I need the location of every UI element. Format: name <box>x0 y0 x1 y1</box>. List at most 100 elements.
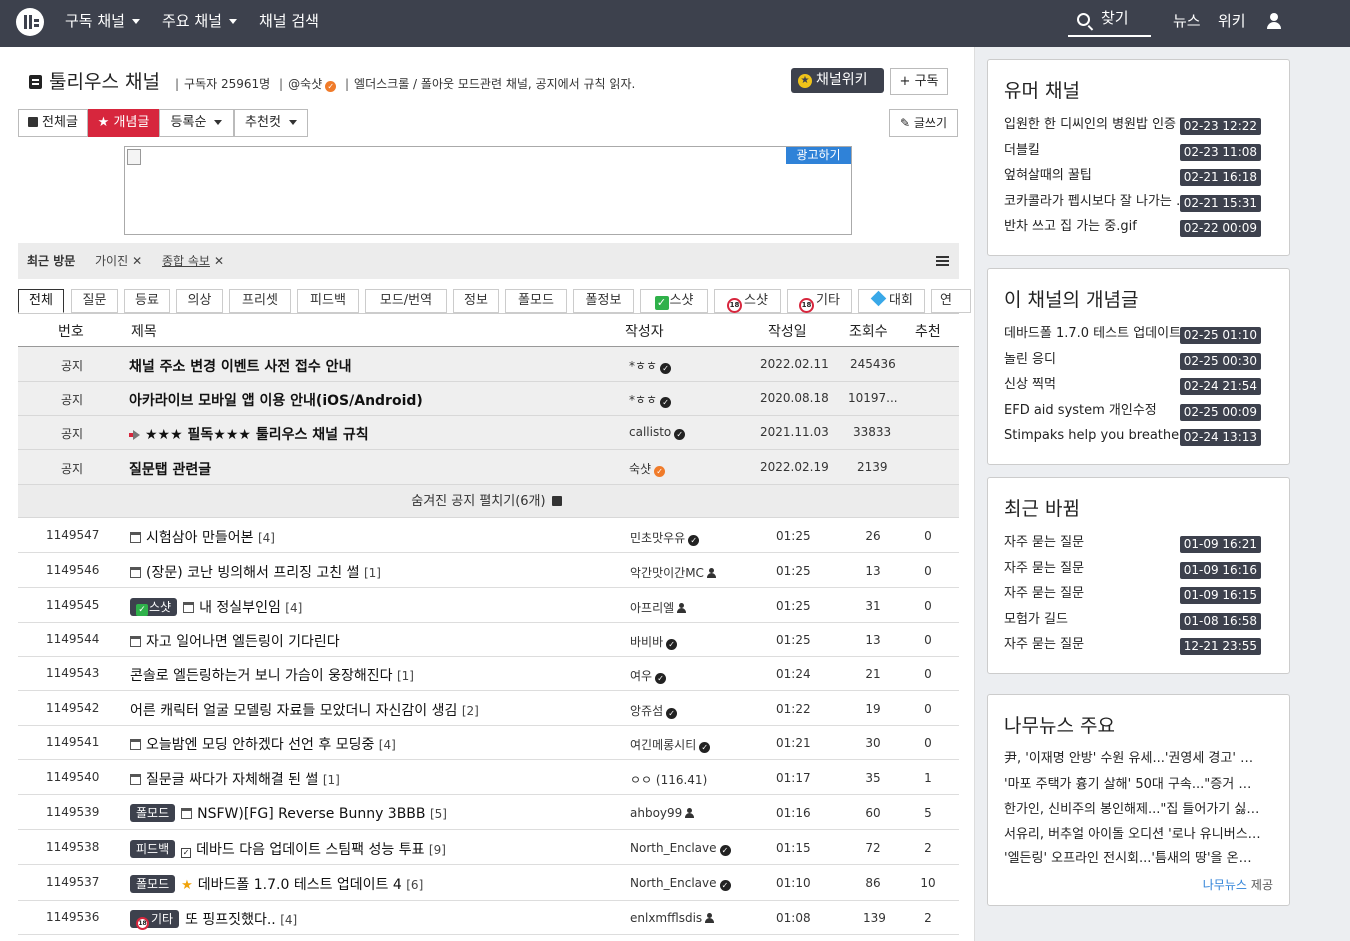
sort-select[interactable]: 등록순 <box>159 109 234 137</box>
row-author[interactable]: 여우 ✓ <box>630 667 667 684</box>
category-tab[interactable]: 질문 <box>71 289 118 313</box>
category-tab[interactable]: 18 기타 <box>787 289 852 313</box>
card-title[interactable]: 최근 바뀜 <box>1004 494 1080 521</box>
card-list-item[interactable]: 신상 찍먹 02-24 21:54 <box>1004 376 1276 396</box>
user-icon[interactable] <box>1267 13 1281 29</box>
category-badge[interactable]: 폴모드 <box>130 875 176 893</box>
row-title[interactable]: ★★★ 필독★★★ 툴리우스 채널 규칙 <box>129 424 369 444</box>
card-list-item[interactable]: EFD aid system 개인수정 02-25 00:09 <box>1004 402 1276 422</box>
channel-owner[interactable]: @숙샷 <box>288 77 322 91</box>
row-author[interactable]: 여긴메롱시티 ✓ <box>630 736 711 753</box>
row-author[interactable]: ahboy99 <box>630 806 695 820</box>
row-title[interactable]: 어른 캐릭터 얼굴 모델링 자료들 모았더니 자신감이 생김 [2] <box>130 700 479 720</box>
channel-title[interactable]: 툴리우스 채널 <box>49 67 160 94</box>
table-row[interactable]: 1149538 피드백 ✓ 데바드 다음 업데이트 스팀팩 성능 투표 [9] Nort… <box>18 830 959 865</box>
category-badge[interactable]: 피드백 <box>130 840 176 858</box>
row-author[interactable]: 앙쥬섬 ✓ <box>630 702 678 719</box>
row-title[interactable]: 질문탭 관련글 <box>129 459 211 479</box>
nav-news[interactable]: 뉴스 <box>1173 0 1201 42</box>
row-author[interactable]: enlxmfflsdis <box>630 911 715 925</box>
news-item[interactable]: 尹, '이재명 안방' 수원 유세...'권영세 경고' 논란 <box>1004 750 1262 770</box>
row-title[interactable]: 18 기타 또 핑프짓했다.. [4] <box>130 909 297 930</box>
card-list-item[interactable]: 자주 묻는 질문 01-09 16:16 <box>1004 560 1276 580</box>
row-title[interactable]: 아카라이브 모바일 앱 이용 안내(iOS/Android) <box>129 390 423 410</box>
close-icon[interactable]: ✕ <box>132 254 142 268</box>
card-list-item[interactable]: 놀린 응디 02-25 00:30 <box>1004 351 1276 371</box>
category-tab[interactable]: 프리셋 <box>229 289 291 313</box>
row-author[interactable]: ㅇㅇ (116.41) <box>630 771 707 788</box>
expand-hidden-notices[interactable]: 숨겨진 공지 펼치기(6개) <box>18 485 959 518</box>
row-author[interactable]: callisto ✓ <box>629 425 686 440</box>
table-row[interactable]: 1149536 18 기타 또 핑프짓했다.. [4] enlxmfflsdis 01:0… <box>18 901 959 935</box>
row-title[interactable]: 채널 주소 변경 이벤트 사전 접수 안내 <box>129 356 351 376</box>
write-button[interactable]: ✎ 글쓰기 <box>889 109 958 137</box>
category-tab[interactable]: ✓ 스샷 <box>640 289 708 313</box>
card-title[interactable]: 이 채널의 개념글 <box>1004 285 1138 312</box>
category-tab[interactable]: 18 스샷 <box>714 289 781 313</box>
card-list-item[interactable]: 반차 쓰고 집 가는 중.gif 02-22 00:09 <box>1004 218 1276 238</box>
news-item[interactable]: 한가인, 신비주의 봉인해제..."집 들어가기 싫어" <box>1004 801 1262 821</box>
menu-icon[interactable] <box>936 256 949 266</box>
row-author[interactable]: North_Enclave ✓ <box>630 876 731 891</box>
card-list-item[interactable]: 자주 묻는 질문 01-09 16:15 <box>1004 585 1276 605</box>
table-row[interactable]: 1149539 폴모드 NSFW)[FG] Reverse Bunny 3BBB [… <box>18 795 959 830</box>
card-list-item[interactable]: 코카콜라가 펩시보다 잘 나가는 이유 02-21 15:31 <box>1004 193 1276 213</box>
table-row[interactable]: 1149537 폴모드 ★ 데바드폴 1.7.0 테스트 업데이트 4 [6] Nort… <box>18 865 959 901</box>
category-tab[interactable]: 모드/번역 <box>365 289 447 313</box>
nav-main-channels[interactable]: 주요 채널 <box>162 0 237 42</box>
category-tab[interactable]: 폴모드 <box>505 289 567 313</box>
category-tab[interactable]: 등료 <box>124 289 170 313</box>
news-item[interactable]: '엘든링' 오프라인 전시회...'틈새의 땅'을 온몸으로 <box>1004 850 1262 870</box>
table-row[interactable]: 1149546 (장문) 코난 빙의해서 프리징 고친 썰 [1] 악간맛이간MC 0… <box>18 553 959 588</box>
notice-row[interactable]: 공지 채널 주소 변경 이벤트 사전 접수 안내 *ㅎㅎ ✓ 2022.02.11… <box>18 347 959 382</box>
row-title[interactable]: 오늘밤엔 모딩 안하겠다 선언 후 모딩중 [4] <box>130 734 396 754</box>
news-item[interactable]: '마포 주택가 흉기 살해' 50대 구속..."증거 인멸 우려" <box>1004 776 1262 796</box>
category-tab[interactable]: 피드백 <box>297 289 359 313</box>
row-author[interactable]: 바비바 ✓ <box>630 633 678 650</box>
card-list-item[interactable]: 엎혀살때의 꿀팁 02-21 16:18 <box>1004 167 1276 187</box>
recent-chip[interactable]: 가이진 ✕ <box>95 243 142 279</box>
news-item[interactable]: 서유리, 버추얼 아이돌 오디션 '로나 유니버스' 심사위원 <box>1004 826 1262 846</box>
table-row[interactable]: 1149542 어른 캐릭터 얼굴 모델링 자료들 모았더니 자신감이 생김 [2… <box>18 691 959 726</box>
category-badge[interactable]: ✓ 스샷 <box>130 598 178 616</box>
row-author[interactable]: 악간맛이간MC <box>630 564 716 581</box>
recent-chip[interactable]: 종합 속보 ✕ <box>162 243 224 279</box>
category-tab[interactable]: 의상 <box>176 289 223 313</box>
channel-wiki-button[interactable]: ★ 채널위키 <box>791 68 884 93</box>
notice-row[interactable]: 공지 ★★★ 필독★★★ 툴리우스 채널 규칙 callisto ✓ 2021.1… <box>18 416 959 450</box>
row-author[interactable]: 민초맛우유 ✓ <box>630 529 700 546</box>
arca-logo-icon[interactable] <box>16 8 44 36</box>
card-list-item[interactable]: 자주 묻는 질문 12-21 23:55 <box>1004 636 1276 656</box>
table-row[interactable]: 1149543 콘솔로 엘든링하는거 보니 가슴이 웅장해진다 [1] 여우 ✓ 01:… <box>18 657 959 691</box>
nav-subscribed-channels[interactable]: 구독 채널 <box>65 0 140 42</box>
row-title[interactable]: 질문글 싸다가 자체해결 된 썰 [1] <box>130 769 340 789</box>
row-title[interactable]: 피드백 ✓ 데바드 다음 업데이트 스팀팩 성능 투표 [9] <box>130 839 446 859</box>
subscribe-button[interactable]: + 구독 <box>890 68 948 95</box>
row-author[interactable]: North_Enclave ✓ <box>630 841 731 856</box>
category-badge[interactable]: 18 기타 <box>130 910 180 930</box>
card-list-item[interactable]: 모험가 길드 01-08 16:58 <box>1004 611 1276 631</box>
news-brand[interactable]: 나무뉴스 <box>1203 878 1247 892</box>
nav-search-button[interactable]: 찾기 <box>1068 0 1151 37</box>
notice-row[interactable]: 공지 질문탭 관련글 숙샷 ✓ 2022.02.19 2139 <box>18 450 959 485</box>
nav-channel-search[interactable]: 채널 검색 <box>259 0 319 42</box>
row-author[interactable]: *ㅎㅎ ✓ <box>629 357 672 374</box>
table-row[interactable]: 1149540 질문글 싸다가 자체해결 된 썰 [1] ㅇㅇ (116.41) 01… <box>18 760 959 795</box>
table-row[interactable]: 1149541 오늘밤엔 모딩 안하겠다 선언 후 모딩중 [4] 여긴메롱시티 ✓ 0… <box>18 726 959 760</box>
card-list-item[interactable]: 자주 묻는 질문 01-09 16:21 <box>1004 534 1276 554</box>
card-title[interactable]: 유머 채널 <box>1004 76 1080 103</box>
filter-all-posts[interactable]: 전체글 <box>18 109 88 137</box>
category-badge[interactable]: 폴모드 <box>130 804 176 822</box>
close-icon[interactable]: ✕ <box>214 254 224 268</box>
row-title[interactable]: 콘솔로 엘든링하는거 보니 가슴이 웅장해진다 [1] <box>130 665 414 685</box>
row-title[interactable]: 폴모드 NSFW)[FG] Reverse Bunny 3BBB [5] <box>130 804 447 822</box>
row-title[interactable]: 폴모드 ★ 데바드폴 1.7.0 테스트 업데이트 4 [6] <box>130 874 423 894</box>
card-title[interactable]: 나무뉴스 주요 <box>1004 711 1115 738</box>
row-author[interactable]: 숙샷 ✓ <box>629 460 666 477</box>
table-row[interactable]: 1149545 ✓ 스샷 내 정실부인임 [4] 아프리엘 01:25 31 0 <box>18 588 959 623</box>
table-row[interactable]: 1149544 자고 일어나면 엘든링이 기다린다 바비바 ✓ 01:25 13 0 <box>18 623 959 657</box>
ad-label[interactable]: 광고하기 <box>786 147 851 164</box>
row-title[interactable]: (장문) 코난 빙의해서 프리징 고친 썰 [1] <box>130 562 381 582</box>
row-author[interactable]: 아프리엘 <box>630 599 687 616</box>
nav-wiki[interactable]: 위키 <box>1218 0 1246 42</box>
